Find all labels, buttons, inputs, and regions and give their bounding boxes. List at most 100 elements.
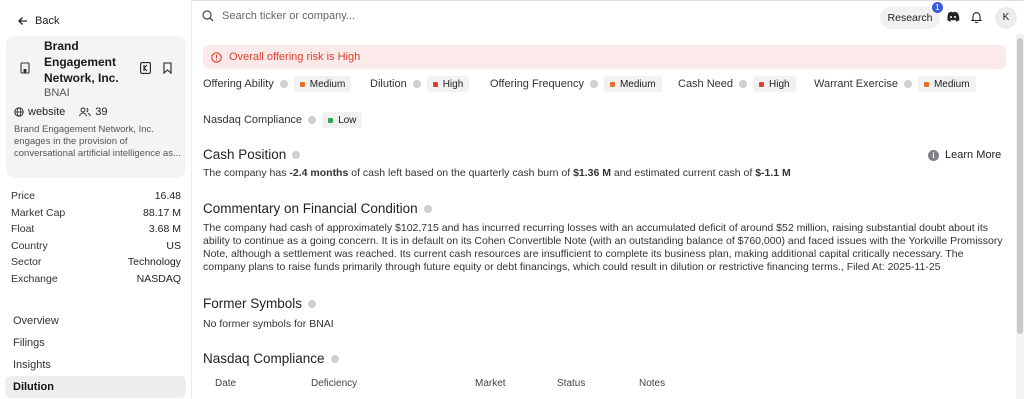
company-card: Brand Engagement Network, Inc. BNAI webs… bbox=[6, 36, 186, 178]
nav-item-dilution[interactable]: Dilution bbox=[5, 376, 186, 398]
learn-more-button[interactable]: i Learn More bbox=[928, 149, 1001, 161]
info-icon[interactable] bbox=[423, 204, 432, 213]
info-icon[interactable] bbox=[308, 116, 317, 124]
stat-value: NASDAQ bbox=[136, 272, 181, 285]
cash-position-heading: Cash Position bbox=[203, 147, 301, 162]
scrollbar[interactable] bbox=[1016, 34, 1024, 399]
former-symbols-title: Former Symbols bbox=[203, 296, 303, 311]
research-button[interactable]: Research bbox=[880, 7, 940, 29]
nasdaq-compliance-title: Nasdaq Compliance bbox=[203, 351, 325, 366]
nav-item-overview[interactable]: Overview bbox=[5, 310, 186, 332]
learn-more-label: Learn More bbox=[945, 149, 1002, 161]
metric-label: Offering Frequency bbox=[490, 78, 584, 90]
metric-cash-need: Cash Need High bbox=[678, 76, 796, 92]
commentary-text: The company had cash of approximately $1… bbox=[203, 222, 1003, 273]
risk-alert-text: Overall offering risk is High bbox=[229, 51, 361, 63]
commentary-heading: Commentary on Financial Condition bbox=[203, 201, 432, 216]
text-fragment: and estimated current cash of bbox=[611, 167, 756, 179]
back-label: Back bbox=[35, 15, 60, 27]
risk-dot bbox=[432, 81, 438, 87]
bell-icon[interactable] bbox=[971, 11, 982, 23]
info-icon[interactable] bbox=[279, 80, 288, 88]
main-content: Overall offering risk is High Offering A… bbox=[192, 34, 1014, 399]
risk-alert: Overall offering risk is High bbox=[203, 45, 1006, 69]
company-name: Brand Engagement Network, Inc. bbox=[44, 39, 119, 85]
stat-row: Country US bbox=[11, 240, 181, 257]
text-fragment: of cash left based on the quarterly cash… bbox=[348, 167, 574, 179]
search-placeholder: Search ticker or company... bbox=[222, 10, 356, 22]
back-button[interactable]: Back bbox=[18, 15, 59, 27]
notification-badge: 1 bbox=[932, 2, 943, 13]
discord-icon[interactable] bbox=[946, 11, 960, 23]
followers-count[interactable]: 39 bbox=[79, 106, 108, 118]
info-icon: i bbox=[928, 149, 939, 161]
sidebar-nav: Overview Filings Insights Dilution bbox=[5, 310, 186, 398]
company-ticker: BNAI bbox=[44, 87, 70, 99]
info-icon[interactable] bbox=[903, 80, 912, 88]
info-icon[interactable] bbox=[292, 150, 301, 159]
metric-warrant-exercise: Warrant Exercise Medium bbox=[814, 76, 976, 92]
risk-level: High bbox=[769, 78, 790, 90]
risk-dot bbox=[923, 81, 929, 87]
website-link[interactable]: website bbox=[14, 106, 65, 118]
risk-pill: Medium bbox=[603, 76, 662, 92]
nav-item-filings[interactable]: Filings bbox=[5, 332, 186, 354]
stat-value: 3.68 M bbox=[148, 223, 181, 235]
former-symbols-text: No former symbols for BNAI bbox=[203, 318, 334, 330]
stat-row: Market Cap 88.17 M bbox=[11, 207, 181, 224]
column-header[interactable]: Notes bbox=[639, 378, 665, 389]
column-header[interactable]: Deficiency bbox=[311, 378, 357, 389]
stat-label: Float bbox=[11, 223, 35, 235]
stat-value: US bbox=[166, 239, 181, 252]
burn-value: $1.36 M bbox=[573, 167, 612, 179]
stat-row: Exchange NASDAQ bbox=[11, 273, 181, 290]
text-fragment: The company has bbox=[203, 167, 290, 179]
stat-value: 88.17 M bbox=[143, 206, 181, 219]
risk-pill: Low bbox=[322, 112, 363, 128]
info-icon[interactable] bbox=[739, 80, 748, 88]
stat-label: Price bbox=[11, 190, 35, 202]
former-symbols-heading: Former Symbols bbox=[203, 296, 317, 311]
info-icon[interactable] bbox=[308, 299, 317, 308]
stat-row: Sector Technology bbox=[11, 256, 181, 273]
risk-level: Medium bbox=[619, 78, 656, 90]
website-label: website bbox=[28, 106, 66, 118]
risk-dot bbox=[328, 117, 334, 123]
risk-dot bbox=[299, 81, 305, 87]
info-icon[interactable] bbox=[330, 354, 339, 363]
metric-label: Cash Need bbox=[678, 78, 734, 90]
metric-nasdaq-compliance: Nasdaq Compliance Low bbox=[203, 112, 363, 128]
cash-position-text: The company has -2.4 months of cash left… bbox=[203, 167, 1003, 180]
metric-offering-frequency: Offering Frequency Medium bbox=[490, 76, 662, 92]
metric-offering-ability: Offering Ability Medium bbox=[203, 76, 352, 92]
risk-level: Medium bbox=[933, 78, 970, 90]
months-value: -2.4 months bbox=[289, 167, 349, 179]
avatar[interactable]: K bbox=[995, 7, 1017, 29]
info-icon[interactable] bbox=[589, 80, 598, 88]
risk-dot bbox=[759, 81, 765, 87]
globe-icon bbox=[14, 107, 24, 117]
column-header[interactable]: Market bbox=[475, 378, 506, 389]
column-header[interactable]: Date bbox=[215, 378, 236, 389]
users-icon bbox=[79, 107, 91, 117]
top-bar: Search ticker or company... Research 1 K bbox=[192, 0, 1024, 34]
sidebar: Back Brand Engagement Network, Inc. BNAI… bbox=[0, 0, 192, 399]
risk-pill: Medium bbox=[293, 76, 352, 92]
compliance-table-header: Date Deficiency Market Status Notes bbox=[203, 374, 1003, 394]
cash-position-title: Cash Position bbox=[203, 147, 287, 162]
stat-row: Float 3.68 M bbox=[11, 223, 181, 240]
stats-list: Price 16.48 Market Cap 88.17 M Float 3.68 M… bbox=[11, 190, 181, 289]
info-icon[interactable] bbox=[412, 80, 421, 88]
compare-icon[interactable] bbox=[140, 62, 151, 74]
stat-label: Sector bbox=[11, 256, 42, 268]
nav-item-insights[interactable]: Insights bbox=[5, 354, 186, 376]
company-description: Brand Engagement Network, Inc. engages i… bbox=[14, 124, 181, 159]
bookmark-icon[interactable] bbox=[163, 62, 172, 74]
metric-label: Warrant Exercise bbox=[814, 78, 898, 90]
column-header[interactable]: Status bbox=[557, 378, 585, 389]
risk-pill: High bbox=[426, 76, 470, 92]
search-input[interactable]: Search ticker or company... bbox=[202, 10, 355, 22]
stat-label: Market Cap bbox=[11, 206, 66, 219]
nasdaq-compliance-heading: Nasdaq Compliance bbox=[203, 351, 339, 366]
scrollbar-thumb[interactable] bbox=[1017, 38, 1023, 334]
